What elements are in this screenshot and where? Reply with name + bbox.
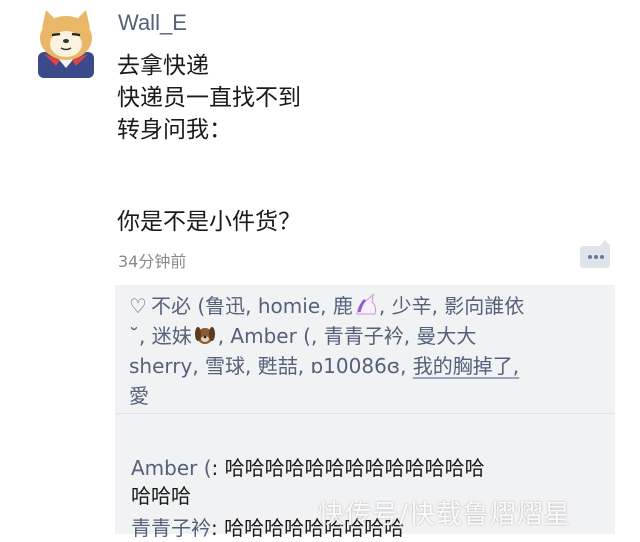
more-dots-icon-end bbox=[600, 255, 604, 259]
likes-names-1b[interactable]: , 少辛, 影向誰依 bbox=[379, 294, 524, 318]
likes-names-2b[interactable]: , 迷妹 bbox=[139, 324, 192, 348]
post-line-2: 快递员一直找不到 bbox=[117, 85, 301, 111]
post-punchline: 你是不是小件货？ bbox=[117, 209, 301, 235]
username[interactable]: Wall_E bbox=[118, 10, 187, 36]
comment-line: Amber (: 哈哈哈哈哈哈哈哈哈哈哈哈哈 bbox=[131, 454, 601, 482]
post-line-3: 转身问我： bbox=[117, 117, 232, 143]
likes-names-2c[interactable]: , Amber (, 青青子衿, 曼大大 bbox=[218, 324, 477, 348]
heart-outline-icon: ♡ bbox=[129, 294, 147, 318]
more-button[interactable] bbox=[580, 240, 611, 268]
dog-emoji-icon bbox=[194, 327, 215, 344]
likes-names-1[interactable]: 不必 (鲁迅, homie, 鹿 bbox=[151, 294, 353, 318]
likes-line-3: sherry, 雪球, 甦喆, ɒ10086ɞ, 我的胸掉了, bbox=[129, 351, 609, 381]
post-timestamp: 34分钟前 bbox=[118, 252, 187, 271]
likes-line-1: ♡ 不必 (鲁迅, homie, 鹿 , 少辛, 影向誰依 bbox=[129, 291, 609, 321]
unicorn-emoji-icon bbox=[356, 294, 376, 315]
user-avatar[interactable] bbox=[30, 8, 102, 78]
likes-names-3a[interactable]: sherry, 雪球, 甦喆, ɒ10086ɞ, bbox=[129, 354, 413, 378]
likes-names-3b[interactable]: 我的胸掉了, bbox=[413, 354, 519, 378]
post-text: 去拿快递 快递员一直找不到 转身问我： 你是不是小件货？ bbox=[117, 50, 301, 238]
comment-separator: : bbox=[211, 516, 225, 540]
likes-list: ♡ 不必 (鲁迅, homie, 鹿 , 少辛, 影向誰依 ˘, 迷妹 , Amber… bbox=[129, 291, 609, 411]
more-button-caret bbox=[599, 240, 611, 247]
comment-author[interactable]: 青青子衿 bbox=[131, 516, 211, 540]
watermark: 快传号/快载鲁熠熠星 bbox=[318, 500, 571, 530]
comment-separator: : bbox=[211, 456, 225, 480]
more-dots-icon-mid bbox=[594, 255, 598, 259]
post-line-1: 去拿快递 bbox=[117, 53, 209, 79]
comment-text: 哈哈哈哈哈哈哈哈哈哈哈哈哈 bbox=[224, 456, 485, 480]
more-dots-icon bbox=[588, 255, 592, 259]
likes-line-4[interactable]: 愛 bbox=[129, 381, 609, 411]
post-spacer bbox=[117, 146, 301, 206]
likes-names-2a[interactable]: ˘ bbox=[129, 324, 139, 348]
likes-line-2: ˘, 迷妹 , Amber (, 青青子衿, 曼大大 bbox=[129, 321, 609, 351]
shiba-dog-avatar-icon bbox=[38, 10, 94, 78]
comment-author[interactable]: Amber ( bbox=[131, 456, 212, 480]
likes-panel: ♡ 不必 (鲁迅, homie, 鹿 , 少辛, 影向誰依 ˘, 迷妹 , Amber… bbox=[115, 285, 615, 414]
